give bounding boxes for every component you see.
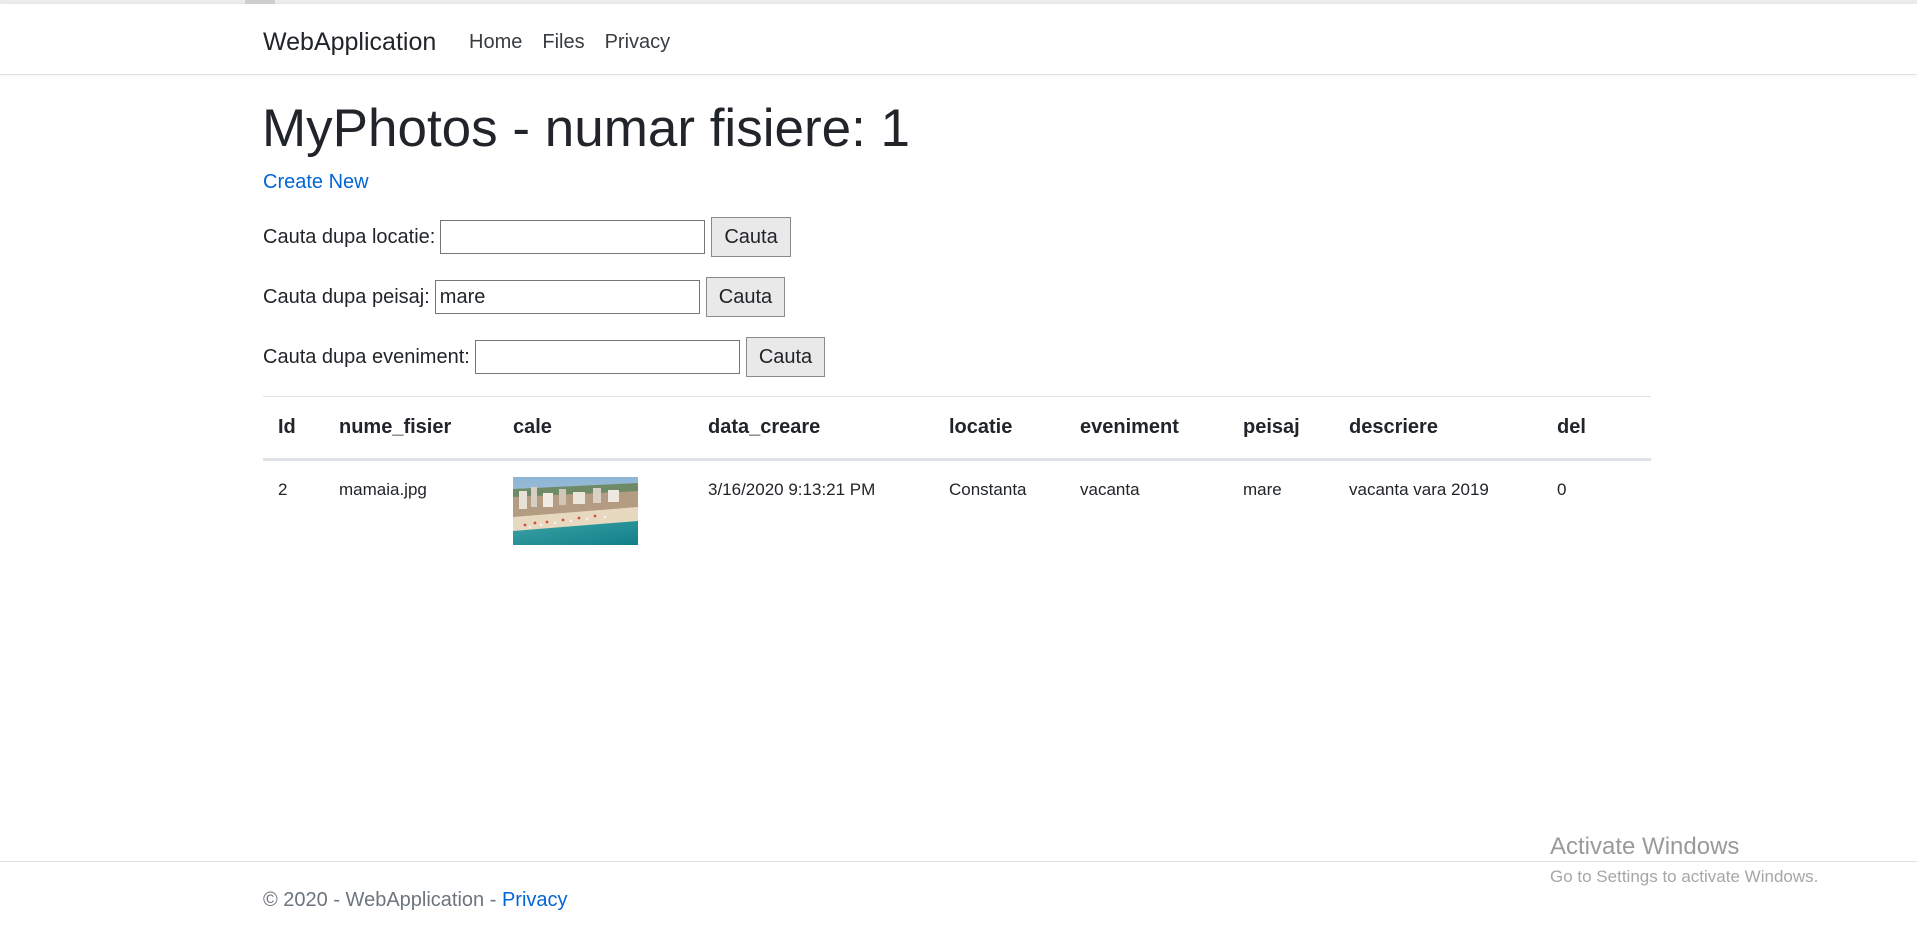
cell-locatie: Constanta [949,479,1027,499]
nav-links: Home Files Privacy [469,31,670,54]
nav-link-privacy[interactable]: Privacy [605,31,671,54]
cell-id: 2 [278,479,288,499]
header-eveniment: eveniment [1065,397,1228,461]
search-eveniment-input[interactable] [474,340,740,374]
header-peisaj: peisaj [1228,397,1334,461]
page-title: MyPhotos - numar fisiere: 1 [262,99,911,158]
photo-thumbnail[interactable] [513,476,638,545]
nav-link-home[interactable]: Home [469,31,522,54]
footer-privacy-link[interactable]: Privacy [502,889,568,911]
table-header-row: Id nume_fisier cale data_creare locatie … [263,397,1651,461]
search-eveniment-button[interactable]: Cauta [745,337,826,377]
search-peisaj-button[interactable]: Cauta [705,277,786,317]
header-id: Id [263,397,324,461]
cell-del: 0 [1557,479,1567,499]
search-locatie-input[interactable] [440,220,706,254]
cell-nume-fisier: mamaia.jpg [339,479,427,499]
header-cale: cale [498,397,693,461]
footer-text: © 2020 - WebApplication - [263,889,502,911]
search-eveniment-label: Cauta dupa eveniment: [263,345,470,368]
header-locatie: locatie [934,397,1065,461]
header-descriere: descriere [1334,397,1542,461]
footer: © 2020 - WebApplication - Privacy [263,889,568,912]
header-data-creare: data_creare [693,397,934,461]
brand-link[interactable]: WebApplication [263,28,436,57]
search-peisaj-row: Cauta dupa peisaj: Cauta [263,277,786,317]
create-new-link[interactable]: Create New [263,171,369,194]
cell-descriere: vacanta vara 2019 [1349,479,1489,499]
cell-data-creare: 3/16/2020 9:13:21 PM [708,479,876,499]
photos-table: Id nume_fisier cale data_creare locatie … [263,397,1651,545]
header-del: del [1542,397,1651,461]
activation-watermark-title: Activate Windows [1550,833,1740,860]
cell-peisaj: mare [1243,479,1282,499]
navbar: WebApplication Home Files Privacy [0,4,1917,75]
activation-watermark-subtitle: Go to Settings to activate Windows. [1550,867,1819,886]
cell-eveniment: vacanta [1080,479,1140,499]
search-locatie-button[interactable]: Cauta [711,217,791,257]
search-peisaj-input[interactable] [434,280,700,314]
cell-cale [498,459,693,545]
header-nume-fisier: nume_fisier [324,397,498,461]
search-locatie-label: Cauta dupa locatie: [263,225,436,248]
search-eveniment-row: Cauta dupa eveniment: Cauta [263,337,826,377]
search-locatie-row: Cauta dupa locatie: Cauta [263,217,791,257]
footer-divider [0,861,1917,862]
nav-link-files[interactable]: Files [542,31,584,54]
table-row: 2 mamaia.jpg 3/16/2020 9:13:21 PM Consta… [263,459,1651,545]
search-peisaj-label: Cauta dupa peisaj: [263,285,430,308]
